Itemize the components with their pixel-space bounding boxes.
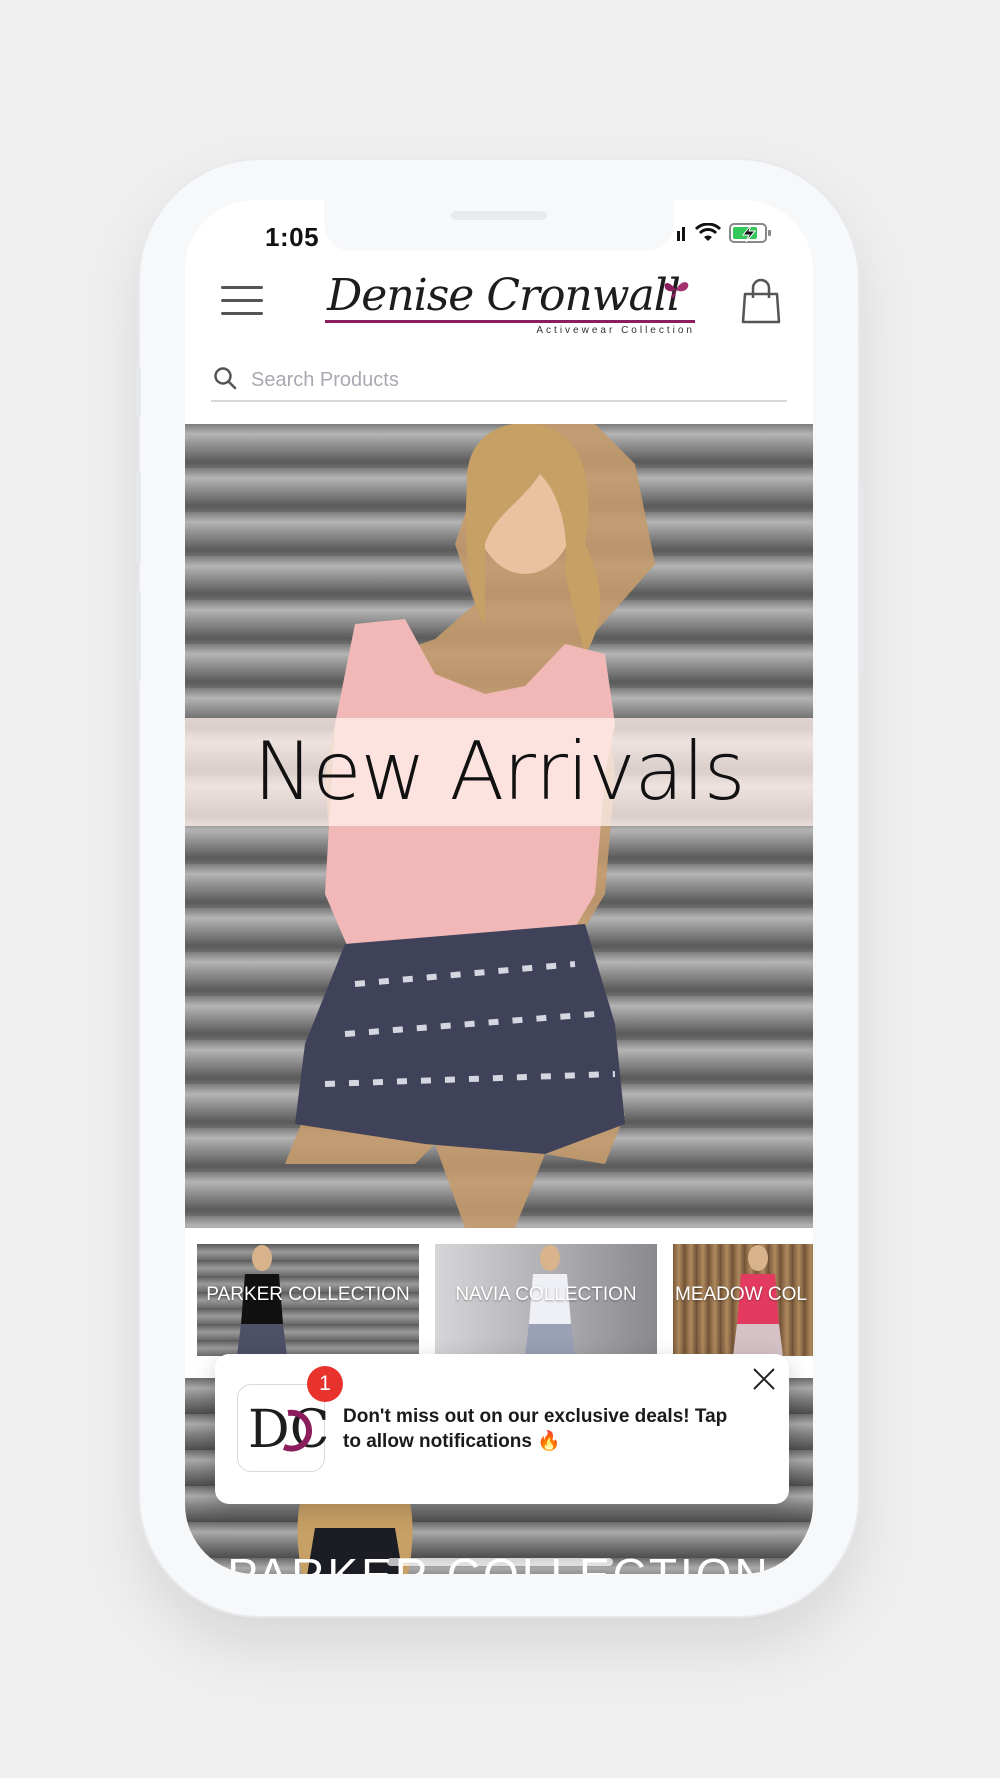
collection-card-navia[interactable]: NAVIA COLLECTION <box>435 1244 657 1356</box>
collections-carousel[interactable]: PARKER COLLECTION NAVIA COLLECTION MEADO… <box>185 1244 813 1364</box>
hero-model-image <box>285 424 655 1228</box>
search-bar[interactable] <box>211 360 787 402</box>
collection-card-parker[interactable]: PARKER COLLECTION <box>197 1244 419 1356</box>
collection-label: NAVIA COLLECTION <box>455 1284 637 1305</box>
phone-volume-down <box>136 590 141 682</box>
logo-subtitle: Activewear Collection <box>536 325 695 336</box>
logo-text: Denise Cronwall <box>327 270 681 321</box>
speaker <box>451 211 547 220</box>
app-screen: 1:05 Denise Cronwall Activewear Collecti… <box>185 200 813 1574</box>
hero-title: New Arrivals <box>253 725 746 818</box>
hamburger-menu-icon[interactable] <box>221 284 263 318</box>
notch <box>324 200 674 251</box>
logo-underline <box>325 320 695 323</box>
collection-label: PARKER COLLECTION <box>206 1284 410 1305</box>
status-time: 1:05 <box>265 222 320 252</box>
butterfly-icon <box>661 278 691 305</box>
brand-logo[interactable]: Denise Cronwall Activewear Collection <box>325 270 695 340</box>
battery-charging-icon <box>729 222 773 249</box>
search-input[interactable] <box>251 368 751 392</box>
home-indicator[interactable] <box>387 1558 613 1566</box>
notification-badge: 1 <box>307 1366 343 1402</box>
search-icon <box>213 366 237 395</box>
signal-icon <box>677 225 687 246</box>
app-header: Denise Cronwall Activewear Collection <box>185 270 813 340</box>
wifi-icon <box>694 222 722 248</box>
phone-power-button <box>858 484 863 674</box>
collection-label: MEADOW COL <box>675 1284 807 1305</box>
hero-banner[interactable]: New Arrivals <box>185 424 813 1228</box>
phone-volume-up <box>136 472 141 564</box>
status-icons <box>677 222 773 249</box>
notification-prompt[interactable]: DC 1 Don't miss out on our exclusive dea… <box>215 1354 789 1504</box>
shopping-bag-icon[interactable] <box>741 278 781 329</box>
collection-card-meadow[interactable]: MEADOW COL <box>673 1244 813 1356</box>
notification-message: Don't miss out on our exclusive deals! T… <box>343 1406 728 1452</box>
close-icon[interactable] <box>751 1366 777 1397</box>
phone-side-button <box>136 366 141 416</box>
